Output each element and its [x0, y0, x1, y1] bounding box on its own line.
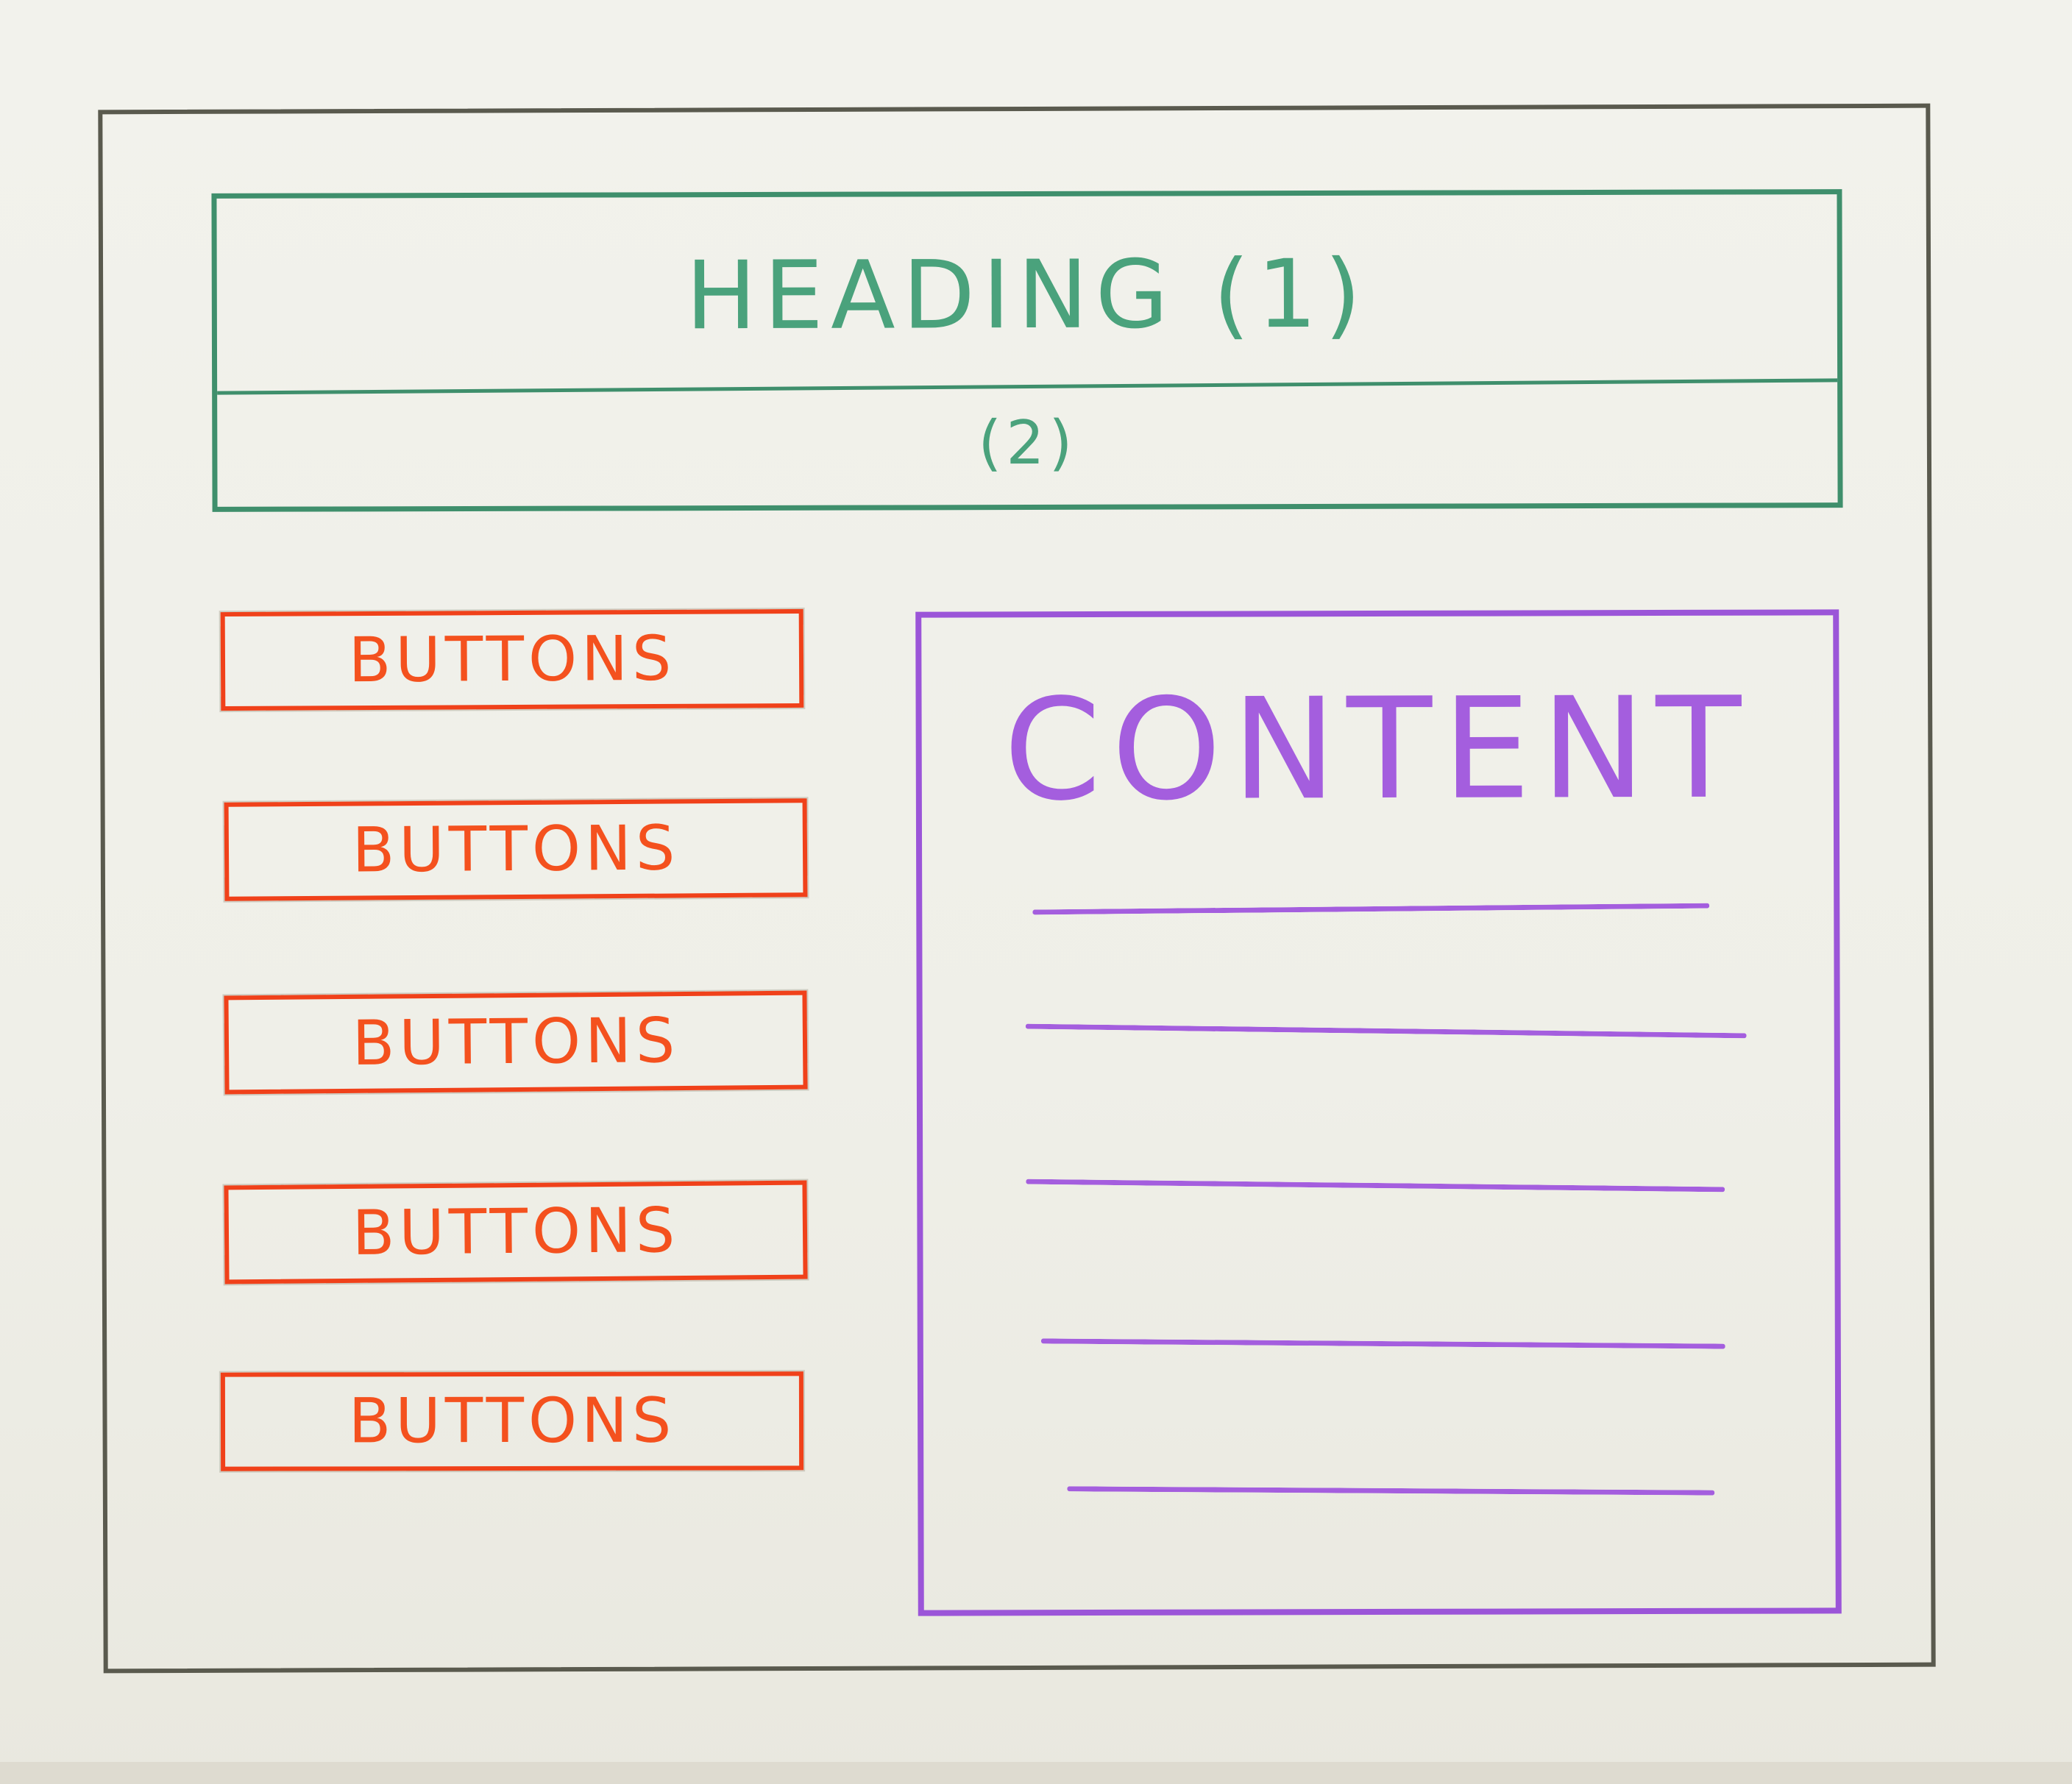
sidebar-button-1[interactable]: BUTTONS — [220, 608, 804, 711]
heading-title: HEADING (1) — [685, 239, 1369, 352]
content-text-line — [1025, 1023, 1747, 1039]
sidebar-button-3[interactable]: BUTTONS — [224, 990, 808, 1095]
content-text-line — [1026, 1179, 1725, 1193]
content-text-line — [1032, 903, 1710, 915]
sidebar-button-5[interactable]: BUTTONS — [220, 1371, 804, 1471]
heading-subtitle: (2) — [978, 408, 1077, 479]
paper-edge — [0, 1762, 2072, 1784]
sidebar-button-2[interactable]: BUTTONS — [224, 798, 808, 901]
content-text-line — [1067, 1486, 1715, 1496]
heading-divider — [217, 378, 1838, 395]
content-panel: CONTENT — [915, 609, 1842, 1616]
content-text-line — [1040, 1338, 1725, 1349]
heading-region: HEADING (1) (2) — [211, 189, 1843, 512]
sidebar-button-4[interactable]: BUTTONS — [224, 1180, 808, 1284]
content-title: CONTENT — [1003, 667, 1752, 832]
